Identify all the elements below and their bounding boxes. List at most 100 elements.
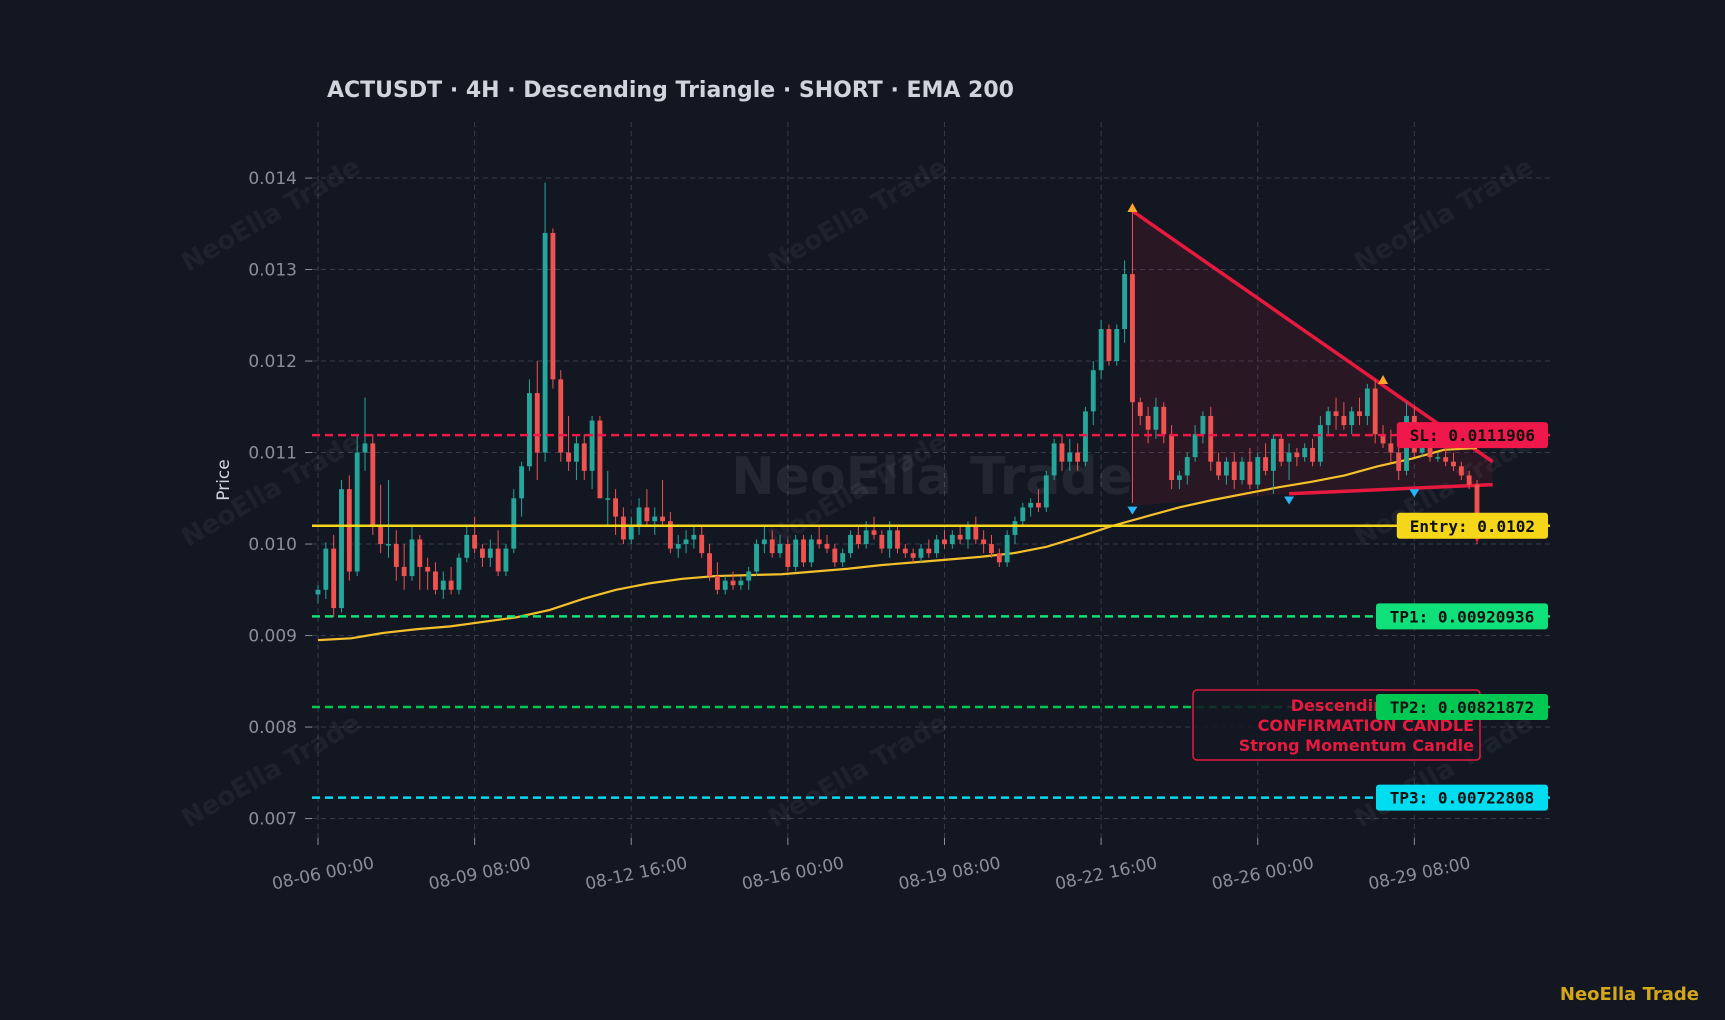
- candle-body: [1247, 461, 1253, 485]
- level-label-2: TP1: 0.00920936: [1390, 607, 1535, 626]
- level-label-0: SL: 0.0111906: [1410, 426, 1535, 445]
- y-axis-label: Price: [214, 459, 234, 500]
- candle-body: [855, 534, 861, 545]
- candle-body: [1051, 443, 1057, 476]
- candle-body: [566, 452, 572, 462]
- candle-body: [409, 539, 415, 577]
- candle-body: [942, 539, 947, 545]
- y-tick-label: 0.010: [248, 535, 297, 555]
- candle-body: [425, 566, 431, 572]
- price-chart: ACTUSDT · 4H · Descending Triangle · SHO…: [0, 0, 1725, 1020]
- candle-body: [503, 548, 509, 572]
- level-label-4: TP3: 0.00722808: [1390, 789, 1535, 808]
- candle-body: [754, 544, 759, 572]
- candle-body: [1145, 415, 1151, 430]
- candle-body: [1372, 388, 1378, 435]
- candle-body: [1325, 411, 1331, 426]
- candle-body: [910, 553, 916, 558]
- candle-body: [1349, 411, 1355, 426]
- candle-body: [1216, 461, 1222, 476]
- candle-body: [1239, 461, 1245, 480]
- candle-body: [605, 498, 611, 500]
- candle-body: [464, 534, 470, 558]
- candle-body: [895, 530, 900, 549]
- candle-body: [777, 544, 783, 554]
- candle-body: [761, 539, 767, 545]
- candle-body: [1223, 461, 1229, 476]
- candle-body: [808, 539, 814, 563]
- candle-body: [620, 516, 626, 540]
- y-tick-label: 0.007: [248, 810, 297, 830]
- candle-body: [840, 553, 846, 563]
- candle-body: [1028, 502, 1034, 508]
- candle-body: [1098, 329, 1104, 371]
- candle-body: [1294, 452, 1300, 458]
- candle-body: [1255, 457, 1261, 485]
- candle-body: [480, 548, 485, 558]
- candle-body: [1427, 447, 1433, 458]
- candle-body: [1278, 438, 1284, 462]
- candle-body: [1341, 415, 1347, 426]
- y-tick-label: 0.014: [248, 169, 297, 189]
- annotation-line-2: Strong Momentum Candle: [1239, 736, 1474, 755]
- candle-body: [354, 452, 360, 572]
- candle-body: [315, 589, 321, 595]
- candle-body: [1419, 447, 1425, 453]
- candle-body: [863, 530, 869, 545]
- candle-body: [848, 534, 853, 554]
- candle-body: [1270, 438, 1276, 471]
- candle-body: [527, 393, 532, 467]
- candle-body: [1302, 447, 1308, 458]
- candle-body: [589, 420, 595, 471]
- candle-body: [1169, 434, 1175, 480]
- candle-body: [902, 548, 908, 554]
- candle-body: [386, 544, 391, 546]
- candle-body: [707, 553, 712, 577]
- candle-body: [691, 534, 697, 540]
- candle-body: [1067, 452, 1073, 462]
- candle-body: [675, 544, 681, 549]
- candle-body: [550, 232, 556, 380]
- candle-body: [1310, 447, 1315, 462]
- candle-body: [417, 539, 423, 567]
- y-tick-label: 0.012: [248, 352, 297, 372]
- watermark-center: NeoElla Trade: [731, 447, 1133, 507]
- candle-body: [495, 548, 501, 572]
- candle-body: [636, 507, 642, 526]
- candle-body: [1059, 443, 1065, 462]
- candle-body: [824, 544, 830, 549]
- candle-body: [1458, 466, 1464, 476]
- candle-body: [534, 393, 540, 453]
- candle-body: [1075, 452, 1081, 462]
- candle-body: [981, 539, 987, 545]
- candle-body: [1090, 370, 1096, 412]
- candle-body: [1286, 452, 1292, 462]
- candle-body: [1083, 411, 1088, 462]
- candle-body: [644, 507, 650, 522]
- candle-body: [738, 580, 744, 586]
- candle-body: [1043, 475, 1049, 508]
- candle-body: [887, 530, 893, 549]
- level-label-tp2-front: TP2: 0.00821872: [1390, 698, 1535, 717]
- candle-body: [573, 443, 579, 462]
- candle-body: [785, 544, 791, 567]
- candle-body: [683, 539, 689, 545]
- candle-body: [832, 548, 838, 563]
- candle-body: [1435, 457, 1441, 459]
- candle-body: [1231, 461, 1237, 480]
- candle-body: [1176, 475, 1182, 480]
- candle-body: [934, 539, 940, 554]
- candle-body: [989, 544, 994, 554]
- candle-body: [973, 525, 979, 540]
- candle-body: [393, 544, 399, 567]
- candle-body: [1012, 521, 1018, 535]
- level-label-1: Entry: 0.0102: [1410, 517, 1535, 536]
- candle-body: [769, 539, 775, 554]
- candle-body: [1137, 402, 1143, 416]
- candle-body: [1020, 507, 1026, 522]
- candle-body: [1004, 534, 1010, 563]
- candle-body: [714, 576, 720, 590]
- candle-body: [331, 548, 337, 609]
- candle-body: [1357, 411, 1362, 416]
- candle-body: [730, 580, 736, 586]
